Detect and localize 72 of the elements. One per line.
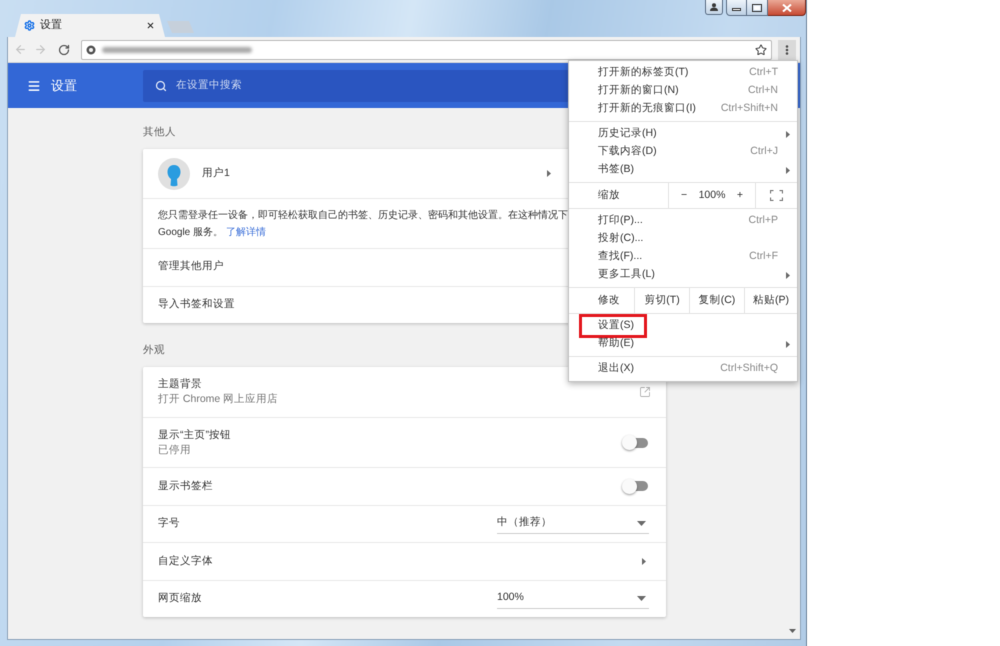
- edit-action-button[interactable]: 粘贴(P): [744, 288, 797, 313]
- shortcut-label: Ctrl+P: [748, 213, 778, 228]
- setting-label: 自定义字体: [158, 554, 213, 569]
- shortcut-label: Ctrl+F: [749, 249, 778, 264]
- menu-item[interactable]: 退出(X) Ctrl+Shift+Q: [569, 360, 797, 378]
- reload-icon[interactable]: [58, 44, 70, 56]
- menu-item[interactable]: 打印(P)... Ctrl+P: [569, 212, 797, 230]
- close-icon: [782, 4, 792, 12]
- profile-button[interactable]: [705, 0, 723, 15]
- star-icon[interactable]: [755, 44, 767, 56]
- settings-icon: [24, 20, 35, 31]
- edit-action-button[interactable]: 复制(C): [689, 288, 744, 313]
- dropdown-select[interactable]: 100%: [497, 588, 649, 609]
- scroll-down-arrow-icon[interactable]: [789, 629, 796, 633]
- toggle-switch[interactable]: [622, 478, 649, 494]
- menu-icon[interactable]: [27, 78, 41, 92]
- zoom-label: 缩放: [598, 188, 620, 203]
- fullscreen-icon[interactable]: [770, 190, 783, 201]
- section-title: 其他人: [143, 125, 176, 140]
- setting-label: 显示“主页”按钮: [158, 428, 231, 442]
- close-window-button[interactable]: [768, 0, 806, 16]
- section-title: 外观: [143, 343, 165, 358]
- maximize-button[interactable]: [747, 0, 768, 16]
- close-icon[interactable]: [146, 21, 155, 30]
- sync-description: 您只需登录任一设备，即可轻松获取自己的书签、历史记录、密码和其他设置。在这种情况下 Google 服务。 了解详情: [158, 208, 568, 240]
- shortcut-label: Ctrl+Shift+N: [720, 101, 778, 116]
- edit-action-button[interactable]: 剪切(T): [634, 288, 689, 313]
- menu-item[interactable]: 投射(C)...: [569, 230, 797, 248]
- setting-label: 字号: [158, 516, 180, 532]
- user-icon: [710, 3, 718, 11]
- shortcut-label: Ctrl+T: [749, 65, 778, 80]
- tab-title: 设置: [40, 18, 63, 34]
- browser-tab[interactable]: 设置: [15, 14, 165, 37]
- menu-item[interactable]: 查找(F)... Ctrl+F: [569, 248, 797, 266]
- setting-sublabel: 打开 Chrome 网上应用店: [158, 392, 278, 407]
- learn-more-link[interactable]: 了解详情: [226, 226, 266, 238]
- address-field[interactable]: [81, 40, 772, 60]
- minimize-icon: [732, 8, 741, 11]
- menu-button[interactable]: [778, 40, 796, 60]
- profile-name[interactable]: 用户1: [202, 166, 230, 182]
- menu-item[interactable]: 更多工具(L): [569, 266, 797, 284]
- page-title: 设置: [51, 76, 77, 95]
- caret-icon: [637, 520, 646, 526]
- menu-item[interactable]: 设置(S): [569, 317, 797, 335]
- search-icon: [155, 80, 167, 92]
- menu-item[interactable]: 帮助(E): [569, 335, 797, 353]
- menu-item[interactable]: 书签(B): [569, 161, 797, 179]
- minimize-button[interactable]: [726, 0, 747, 16]
- zoom-in-button[interactable]: +: [734, 188, 745, 204]
- setting-label: 显示书签栏: [158, 478, 213, 494]
- caret-icon: [637, 596, 646, 601]
- setting-sublabel: 已停用: [158, 442, 192, 458]
- menu-item[interactable]: 打开新的无痕窗口(I) Ctrl+Shift+N: [569, 100, 797, 118]
- zoom-value: 100%: [698, 188, 726, 203]
- maximize-icon: [752, 4, 762, 12]
- toggle-switch[interactable]: [622, 435, 649, 450]
- shortcut-label: Ctrl+Shift+Q: [720, 361, 778, 376]
- zoom-out-button[interactable]: −: [679, 188, 690, 204]
- arrow-icon: [547, 170, 551, 177]
- menu-item[interactable]: 下载内容(D) Ctrl+J: [569, 143, 797, 161]
- setting-link[interactable]: 管理其他用户: [158, 259, 224, 276]
- avatar-icon: [158, 158, 190, 190]
- setting-label: 主题背景: [158, 377, 203, 392]
- menu-item[interactable]: 历史记录(H): [569, 125, 797, 143]
- shortcut-label: Ctrl+J: [750, 144, 778, 160]
- setting-link[interactable]: 导入书签和设置: [158, 296, 235, 313]
- page-icon: [86, 44, 96, 54]
- edit-label: 修改: [598, 292, 620, 308]
- arrow-icon: [642, 558, 646, 565]
- setting-label: 网页缩放: [158, 591, 202, 606]
- dropdown-select[interactable]: 中（推荐）: [497, 514, 649, 534]
- shortcut-label: Ctrl+N: [748, 83, 778, 98]
